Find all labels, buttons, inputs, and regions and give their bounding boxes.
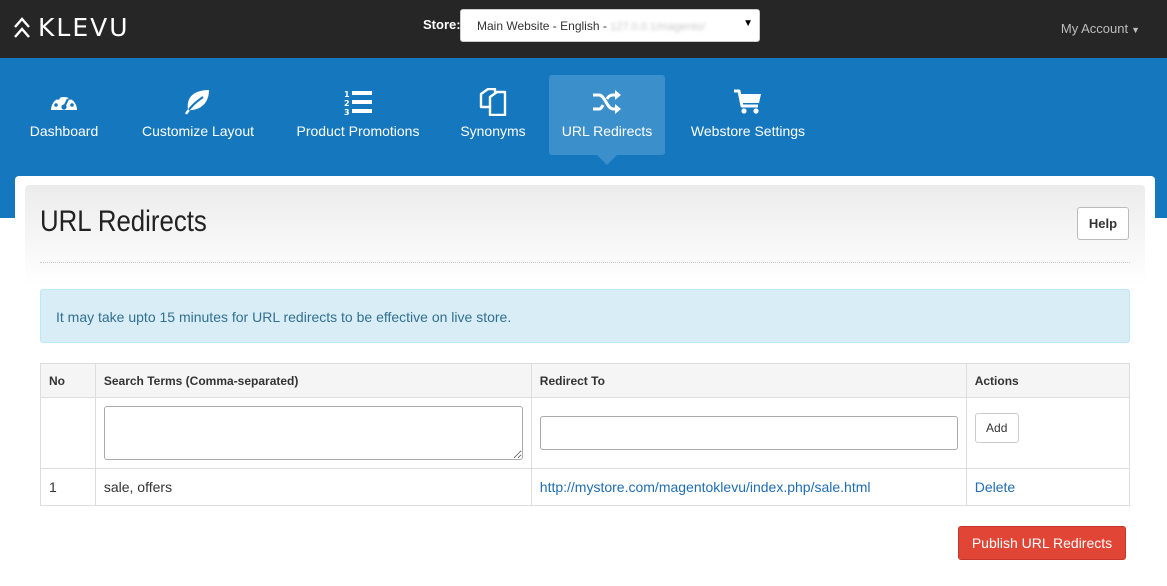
svg-text:2: 2: [344, 99, 350, 108]
column-header-redirect: Redirect To: [530, 363, 967, 398]
caret-down-icon: ▼: [1131, 25, 1140, 35]
row-number: 1: [40, 468, 96, 506]
store-select[interactable]: Main Website - English - 127.0.0.1/magen…: [460, 9, 760, 42]
shuffle-icon: [593, 90, 621, 114]
cart-icon: [734, 89, 761, 114]
leaf-icon: [184, 90, 209, 115]
column-header-actions: Actions: [965, 363, 1131, 398]
dashboard-icon: [51, 93, 77, 110]
nav-label: Webstore Settings: [690, 123, 806, 139]
nav-item-synonyms[interactable]: Synonyms: [450, 75, 536, 155]
my-account-menu[interactable]: My Account ▼: [1061, 21, 1140, 36]
new-row-actions-cell: Add: [965, 397, 1131, 469]
active-tab-pointer: [597, 155, 617, 165]
nav-label: Synonyms: [460, 123, 526, 139]
new-row-redirect-cell: [530, 397, 967, 469]
row-actions-cell: Delete: [965, 468, 1131, 506]
row-redirect-link[interactable]: http://mystore.com/magentoklevu/index.ph…: [540, 479, 871, 495]
nav-item-webstore-settings[interactable]: Webstore Settings: [682, 75, 814, 155]
nav-item-url-redirects[interactable]: URL Redirects: [549, 75, 665, 165]
svg-text:3: 3: [344, 108, 350, 116]
store-selected-name: Main Website - English -: [477, 19, 611, 33]
row-search-terms: sale, offers: [94, 468, 532, 506]
column-header-terms: Search Terms (Comma-separated): [94, 363, 532, 398]
nav-item-dashboard[interactable]: Dashboard: [16, 75, 112, 155]
redirects-table: No Search Terms (Comma-separated) Redire…: [40, 363, 1131, 506]
help-button[interactable]: Help: [1077, 207, 1129, 240]
redirect-url-input[interactable]: [539, 416, 958, 450]
nav-label: Dashboard: [29, 123, 99, 139]
row-redirect-cell: http://mystore.com/magentoklevu/index.ph…: [530, 468, 967, 506]
delete-link[interactable]: Delete: [975, 479, 1015, 495]
nav-label: URL Redirects: [561, 123, 653, 139]
publish-url-redirects-button[interactable]: Publish URL Redirects: [958, 526, 1126, 560]
svg-text:1: 1: [344, 90, 350, 99]
content-panel: URL Redirects Help It may take upto 15 m…: [15, 176, 1155, 586]
title-divider: [40, 262, 1130, 263]
nav-label: Customize Layout: [141, 123, 255, 139]
new-row-terms-cell: [94, 397, 532, 469]
copy-icon: [479, 88, 507, 116]
table-header-row: No Search Terms (Comma-separated) Redire…: [40, 363, 1131, 398]
logo-chevrons-icon: [14, 17, 30, 38]
top-bar: KLEVU Store: Main Website - English - 12…: [0, 0, 1167, 58]
nav-item-product-promotions[interactable]: 1 2 3 Product Promotions: [282, 75, 434, 155]
nav-label: Product Promotions: [296, 123, 420, 139]
table-row: 1 sale, offers http://mystore.com/magent…: [40, 468, 1131, 506]
new-row-number-cell: [40, 397, 96, 469]
add-button[interactable]: Add: [974, 413, 1019, 443]
page-header: URL Redirects Help: [25, 185, 1145, 285]
dropdown-caret-icon: ▼: [743, 18, 753, 29]
nav-item-customize-layout[interactable]: Customize Layout: [128, 75, 268, 155]
logo-text: KLEVU: [38, 13, 130, 42]
store-label: Store:: [423, 17, 461, 32]
column-header-no: No: [40, 363, 96, 398]
info-alert: It may take upto 15 minutes for URL redi…: [40, 289, 1130, 343]
klevu-logo[interactable]: KLEVU: [12, 14, 130, 42]
search-terms-input[interactable]: [103, 406, 523, 460]
store-selected-host: 127.0.0.1/magento/: [610, 21, 705, 33]
ordered-list-icon: 1 2 3: [344, 90, 372, 116]
new-redirect-row: Add: [40, 397, 1131, 469]
my-account-label: My Account: [1060, 21, 1129, 36]
page-title: URL Redirects: [40, 205, 207, 238]
